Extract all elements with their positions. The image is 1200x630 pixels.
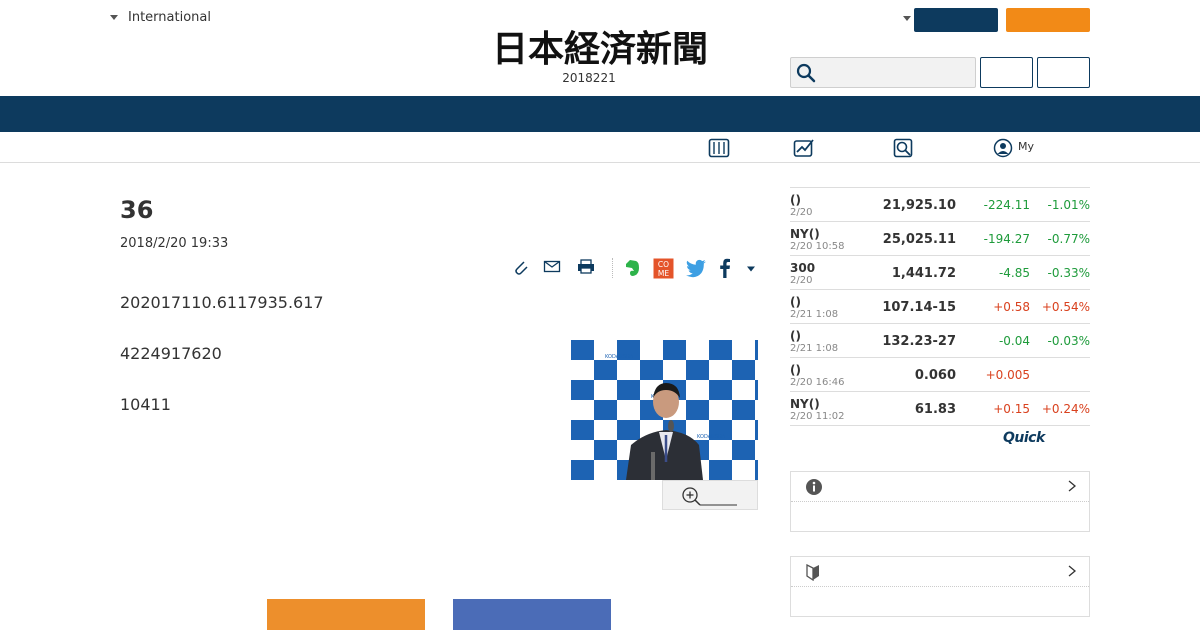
market-row[interactable]: 300 2/20 1,441.72 -4.85 -0.33% [790, 256, 1090, 290]
svg-text:CO: CO [658, 260, 669, 269]
beginner-mark-icon [806, 563, 819, 581]
market-percent: +0.54% [1041, 300, 1090, 314]
svg-text:ME: ME [658, 269, 669, 278]
svg-text:日本経済新聞: 日本経済新聞 [492, 28, 708, 68]
caret-down-icon[interactable] [746, 266, 756, 272]
market-change: -0.04 [998, 334, 1030, 348]
search-icon [796, 63, 816, 83]
market-value: 25,025.11 [882, 232, 956, 247]
market-value: 1,441.72 [891, 266, 956, 281]
market-name: NY() [790, 227, 820, 241]
market-row[interactable]: () 2/20 16:46 0.060 +0.005 [790, 358, 1090, 392]
user-icon[interactable] [993, 138, 1013, 158]
market-data-table: () 2/20 21,925.10 -224.11 -1.01% NY() 2/20 10:… [790, 187, 1090, 426]
market-time: 2/21 1:08 [790, 309, 839, 320]
chevron-right-icon [1068, 565, 1077, 577]
market-change: +0.15 [993, 402, 1030, 416]
promo-banner-blue[interactable] [453, 599, 611, 630]
share-divider [612, 258, 614, 278]
market-time: 2/20 11:02 [790, 411, 845, 422]
market-row[interactable]: NY() 2/20 11:02 61.83 +0.15 +0.24% [790, 392, 1090, 426]
market-change: -194.27 [983, 232, 1030, 246]
article-date: 2018/2/20 19:33 [120, 236, 229, 251]
promo-banner-orange[interactable] [267, 599, 425, 630]
issue-date: 2018221 [562, 71, 616, 85]
market-percent: -0.33% [1047, 266, 1090, 280]
zoom-in-icon [682, 487, 737, 506]
search-input[interactable] [790, 57, 976, 88]
market-name: () [790, 329, 801, 343]
market-change: +0.58 [993, 300, 1030, 314]
market-name: () [790, 193, 801, 207]
market-row[interactable]: NY() 2/20 10:58 25,025.11 -194.27 -0.77% [790, 222, 1090, 256]
mail-icon[interactable] [543, 258, 561, 276]
market-row[interactable]: () 2/20 21,925.10 -224.11 -1.01% [790, 188, 1090, 222]
subscribe-button[interactable] [1006, 8, 1090, 32]
market-value: 21,925.10 [882, 198, 956, 213]
market-time: 2/20 [790, 207, 813, 218]
zoom-photo-button[interactable] [662, 480, 758, 510]
my-label[interactable]: My [1018, 140, 1034, 153]
quick-logo[interactable]: Quick [1003, 430, 1045, 446]
market-time: 2/20 [790, 275, 813, 286]
nikkei-logo[interactable]: 日本経済新聞 [452, 28, 748, 68]
svg-text:KODANSHA: KODANSHA [697, 434, 726, 440]
market-change: -4.85 [998, 266, 1030, 280]
info-panel-header[interactable] [791, 472, 1089, 502]
info-panel[interactable] [790, 471, 1090, 532]
market-value: 0.060 [914, 368, 956, 383]
print-icon[interactable] [576, 258, 596, 276]
market-time: 2/20 16:46 [790, 377, 845, 388]
market-change: -224.11 [983, 198, 1030, 212]
market-percent: -1.01% [1047, 198, 1090, 212]
market-row[interactable]: () 2/21 1:08 132.23-27 -0.04 -0.03% [790, 324, 1090, 358]
article-title: 36 [120, 196, 154, 224]
edition-label: International [128, 10, 211, 25]
market-percent: -0.77% [1047, 232, 1090, 246]
market-time: 2/20 10:58 [790, 241, 845, 252]
market-percent: -0.03% [1047, 334, 1090, 348]
market-name: () [790, 363, 801, 377]
article-paragraph: 202017110.6117935.617 [120, 293, 324, 312]
header-button-2[interactable] [1037, 57, 1090, 88]
market-change: +0.005 [985, 368, 1030, 382]
market-name: NY() [790, 397, 820, 411]
article-photo[interactable]: KODANSHA KODANSHA KODANSHA [571, 340, 758, 480]
chevron-right-icon [1068, 480, 1077, 492]
evernote-icon[interactable] [622, 258, 642, 278]
info-icon [806, 479, 822, 495]
market-name: 300 [790, 261, 816, 275]
market-name: () [790, 295, 801, 309]
newspaper-icon[interactable] [708, 138, 730, 158]
svg-text:KODANSHA: KODANSHA [605, 354, 634, 360]
beginner-panel-header[interactable] [791, 557, 1089, 587]
edition-selector[interactable]: International [110, 10, 211, 25]
market-row[interactable]: () 2/21 1:08 107.14-15 +0.58 +0.54% [790, 290, 1090, 324]
market-value: 107.14-15 [882, 300, 956, 315]
market-value: 61.83 [914, 402, 956, 417]
article-paragraph: 4224917620 [120, 344, 222, 363]
clip-icon[interactable] [512, 258, 530, 276]
beginner-panel[interactable] [790, 556, 1090, 617]
market-time: 2/21 1:08 [790, 343, 839, 354]
market-percent: +0.24% [1041, 402, 1090, 416]
twitter-icon[interactable] [685, 258, 707, 278]
come-icon[interactable]: CO ME [653, 258, 674, 279]
main-nav-bar [0, 96, 1200, 132]
market-value: 132.23-27 [882, 334, 956, 349]
caret-down-icon [110, 15, 118, 20]
header-button-1[interactable] [980, 57, 1033, 88]
article-paragraph: 10411 [120, 395, 171, 414]
chart-icon[interactable] [793, 138, 815, 158]
facebook-icon[interactable] [717, 258, 733, 278]
search-doc-icon[interactable] [893, 138, 913, 158]
login-button[interactable] [914, 8, 998, 32]
caret-down-icon[interactable] [903, 16, 911, 21]
